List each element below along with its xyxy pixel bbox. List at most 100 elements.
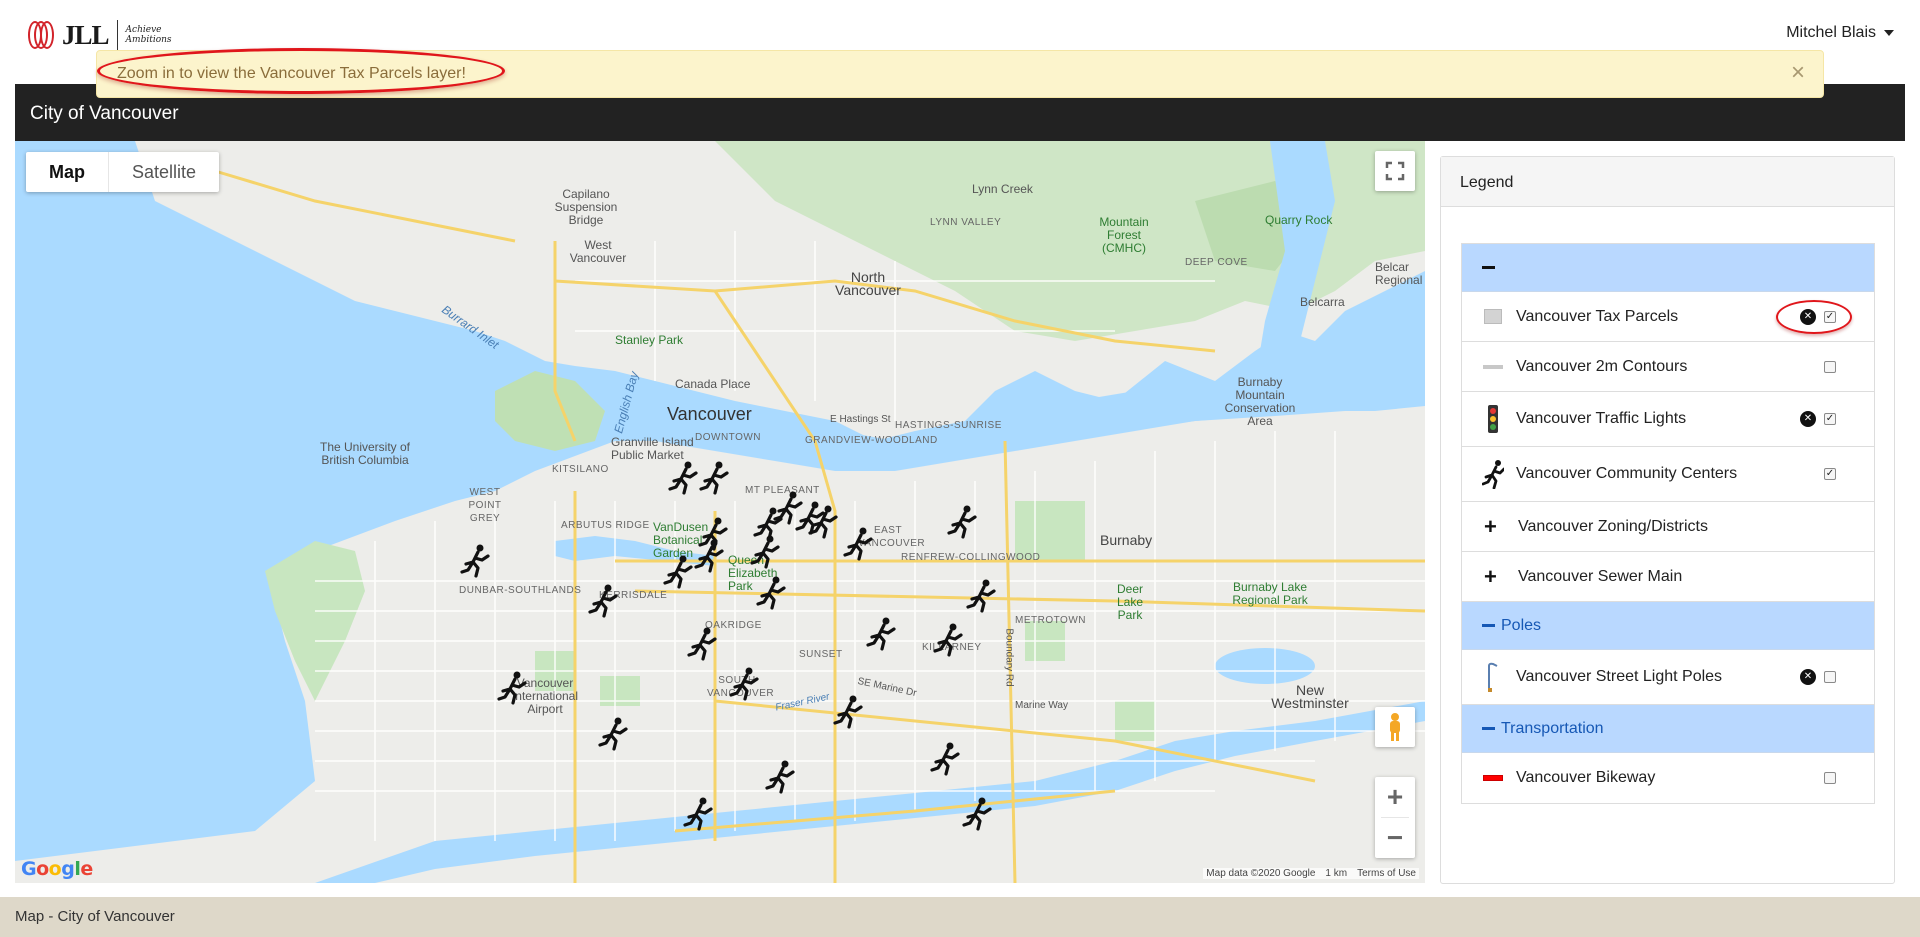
- legend-row-sewer-main[interactable]: + Vancouver Sewer Main: [1462, 552, 1874, 602]
- fullscreen-icon: [1385, 161, 1405, 181]
- expand-plus-icon: +: [1484, 513, 1497, 539]
- collapse-minus-icon: [1482, 266, 1495, 269]
- legend-group-transportation[interactable]: Transportation: [1462, 705, 1874, 753]
- place-label: Queen Elizabeth Park: [728, 553, 778, 593]
- place-label: Burnaby: [1100, 532, 1153, 548]
- map-data-credit: Map data ©2020 Google: [1206, 868, 1316, 879]
- legend-row-zoning[interactable]: + Vancouver Zoning/Districts: [1462, 502, 1874, 552]
- gray-square-icon: [1482, 304, 1504, 330]
- place-label: GRANDVIEW-WOODLAND: [805, 435, 938, 446]
- place-label: Capilano Suspension Bridge: [554, 187, 618, 227]
- place-label: SUNSET: [799, 649, 843, 660]
- page-footer: Map - City of Vancouver: [0, 897, 1920, 937]
- user-name: Mitchel Blais: [1786, 24, 1876, 41]
- layer-visibility-checkbox[interactable]: [1824, 671, 1836, 683]
- legend-row-bikeway: Vancouver Bikeway: [1462, 753, 1874, 803]
- fullscreen-button[interactable]: [1375, 151, 1415, 191]
- place-label: Vancouver: [667, 404, 752, 424]
- map-base-layer: [15, 141, 1425, 883]
- map-type-satellite-button[interactable]: Satellite: [109, 152, 219, 192]
- map-canvas[interactable]: Capilano Suspension Bridge Lynn Creek LY…: [15, 141, 1425, 883]
- place-label: DUNBAR-SOUTHLANDS: [459, 585, 582, 596]
- highlight-ring: [1776, 299, 1852, 334]
- alert-close-button[interactable]: ×: [1791, 61, 1805, 85]
- place-label: Marine Way: [1015, 700, 1068, 711]
- caret-down-icon: [1884, 30, 1894, 36]
- place-label: VanDusen Botanical Garden: [653, 520, 709, 560]
- legend-group-label: Transportation: [1501, 719, 1604, 737]
- legend-row-tax-parcels: Vancouver Tax Parcels ✕ ✓: [1462, 292, 1874, 342]
- expand-plus-icon: +: [1484, 563, 1497, 589]
- place-label: The University of British Columbia: [319, 440, 411, 467]
- place-label: Vancouver International Airport: [511, 676, 579, 716]
- place-label: KILLARNEY: [922, 642, 982, 653]
- zoom-out-button[interactable]: −: [1375, 818, 1415, 858]
- gray-line-icon: [1482, 354, 1504, 380]
- legend-group-poles[interactable]: Poles: [1462, 602, 1874, 650]
- layer-label: Vancouver Sewer Main: [1518, 567, 1683, 585]
- layer-visibility-checkbox[interactable]: ✓: [1824, 468, 1836, 480]
- legend-group-default[interactable]: [1462, 244, 1874, 292]
- place-label: West Vancouver: [569, 238, 627, 265]
- layer-label: Vancouver Traffic Lights: [1516, 410, 1687, 427]
- legend-title: Legend: [1441, 157, 1894, 207]
- legend-row-2m-contours: Vancouver 2m Contours: [1462, 342, 1874, 392]
- alert-highlight-ring: [97, 48, 505, 94]
- layer-label: Vancouver Zoning/Districts: [1518, 517, 1708, 535]
- layer-label: Vancouver Community Centers: [1516, 465, 1738, 482]
- place-label: Canada Place: [675, 377, 751, 391]
- place-label: MT PLEASANT: [745, 485, 820, 496]
- place-label: SOUTH VANCOUVER: [707, 675, 775, 699]
- place-label: KITSILANO: [552, 464, 609, 475]
- map-type-control: Map Satellite: [26, 152, 220, 192]
- place-label: Deer Lake Park: [1116, 582, 1144, 622]
- place-label: Granville Island Public Market: [611, 435, 694, 462]
- layer-label: Vancouver 2m Contours: [1516, 357, 1688, 375]
- traffic-light-icon: [1482, 405, 1504, 433]
- google-logo[interactable]: Google: [21, 858, 93, 880]
- legend-layer-list: Vancouver Tax Parcels ✕ ✓ Vancouver 2m C…: [1461, 243, 1875, 804]
- map-scale: 1 km: [1325, 868, 1348, 879]
- terms-link[interactable]: Terms of Use: [1357, 868, 1416, 879]
- pegman-icon: [1390, 713, 1400, 741]
- place-label: North Vancouver: [835, 269, 901, 298]
- place-label: Burnaby Mountain Conservation Area: [1224, 375, 1296, 428]
- place-label: DEEP COVE: [1185, 257, 1248, 268]
- layer-visibility-checkbox[interactable]: [1824, 360, 1836, 373]
- collapse-minus-icon: [1482, 624, 1495, 627]
- layer-label: Vancouver Street Light Poles: [1516, 668, 1723, 685]
- collapse-minus-icon: [1482, 727, 1495, 730]
- place-label: ARBUTUS RIDGE: [561, 520, 650, 531]
- place-label: Lynn Creek: [972, 182, 1033, 196]
- legend-row-street-light-poles: Vancouver Street Light Poles ✕: [1462, 650, 1874, 705]
- user-menu[interactable]: Mitchel Blais: [1786, 24, 1894, 42]
- place-label: Mountain Forest (CMHC): [1099, 215, 1149, 255]
- legend-group-label: Poles: [1501, 616, 1542, 634]
- place-label: Burnaby Lake Regional Park: [1232, 580, 1308, 607]
- street-light-icon: [1482, 662, 1504, 692]
- place-label: Quarry Rock: [1265, 213, 1333, 227]
- place-label: KERRISDALE: [599, 590, 668, 601]
- street-view-pegman-button[interactable]: [1375, 707, 1415, 747]
- map-type-map-button[interactable]: Map: [26, 152, 109, 192]
- zoom-in-button[interactable]: +: [1375, 777, 1415, 817]
- layer-visibility-checkbox[interactable]: [1824, 772, 1836, 784]
- jll-logo[interactable]: JLL Achieve Ambitions: [28, 18, 176, 52]
- brand-tagline: Achieve Ambitions: [125, 25, 172, 45]
- legend-row-community-centers: Vancouver Community Centers ✓: [1462, 447, 1874, 502]
- remove-layer-icon[interactable]: ✕: [1800, 411, 1816, 427]
- place-label: HASTINGS-SUNRISE: [895, 420, 1002, 431]
- remove-layer-icon[interactable]: ✕: [1800, 669, 1816, 685]
- place-label: New Westminster: [1271, 682, 1349, 711]
- zoom-warning-alert: Zoom in to view the Vancouver Tax Parcel…: [96, 48, 1824, 98]
- place-label: LYNN VALLEY: [930, 217, 1002, 228]
- layer-visibility-checkbox[interactable]: ✓: [1824, 413, 1836, 425]
- footer-text: Map - City of Vancouver: [15, 908, 175, 925]
- place-label: WEST POINT GREY: [468, 487, 502, 524]
- brand-name: JLL: [62, 19, 110, 50]
- runner-icon: [1482, 460, 1504, 489]
- place-label: RENFREW-COLLINGWOOD: [901, 552, 1041, 563]
- place-label: OAKRIDGE: [705, 620, 762, 631]
- page-title: City of Vancouver: [30, 103, 179, 124]
- logo-divider: [116, 20, 118, 50]
